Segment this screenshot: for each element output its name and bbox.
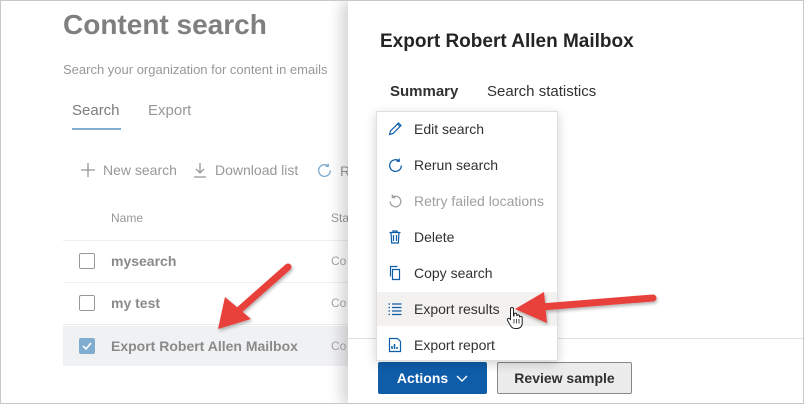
- menu-item-label: Export results: [414, 301, 500, 317]
- report-icon: [386, 336, 404, 354]
- trash-icon: [386, 228, 404, 246]
- retry-icon: [386, 192, 404, 210]
- tab-summary[interactable]: Summary: [390, 83, 458, 100]
- menu-item-label: Edit search: [414, 121, 485, 137]
- tab-search-statistics[interactable]: Search statistics: [487, 83, 596, 100]
- menu-item-label: Export report: [414, 337, 495, 353]
- pencil-icon: [386, 120, 404, 138]
- menu-item-copy-search[interactable]: Copy search: [377, 256, 557, 290]
- menu-item-label: Retry failed locations: [414, 193, 544, 209]
- menu-item-label: Copy search: [414, 265, 493, 281]
- menu-item-retry-failed-locations[interactable]: Retry failed locations: [377, 184, 557, 218]
- menu-item-export-report[interactable]: Export report: [377, 328, 557, 362]
- chevron-down-icon: [456, 370, 468, 386]
- menu-item-label: Delete: [414, 229, 455, 245]
- menu-item-export-results[interactable]: Export results: [377, 292, 557, 326]
- copy-icon: [386, 264, 404, 282]
- menu-item-label: Rerun search: [414, 157, 499, 173]
- list-icon: [386, 300, 404, 318]
- review-sample-button[interactable]: Review sample: [497, 362, 632, 394]
- menu-item-delete[interactable]: Delete: [377, 220, 557, 254]
- actions-dropdown-menu: Edit search Rerun search Retry failed lo…: [376, 111, 558, 361]
- actions-button[interactable]: Actions: [378, 362, 487, 394]
- actions-label: Actions: [396, 370, 449, 386]
- panel-title: Export Robert Allen Mailbox: [380, 31, 634, 52]
- menu-item-rerun-search[interactable]: Rerun search: [377, 148, 557, 182]
- hand-cursor-icon: [506, 306, 524, 335]
- refresh-icon: [386, 156, 404, 174]
- screenshot-frame: Content search Search your organization …: [0, 0, 804, 404]
- menu-item-edit-search[interactable]: Edit search: [377, 112, 557, 146]
